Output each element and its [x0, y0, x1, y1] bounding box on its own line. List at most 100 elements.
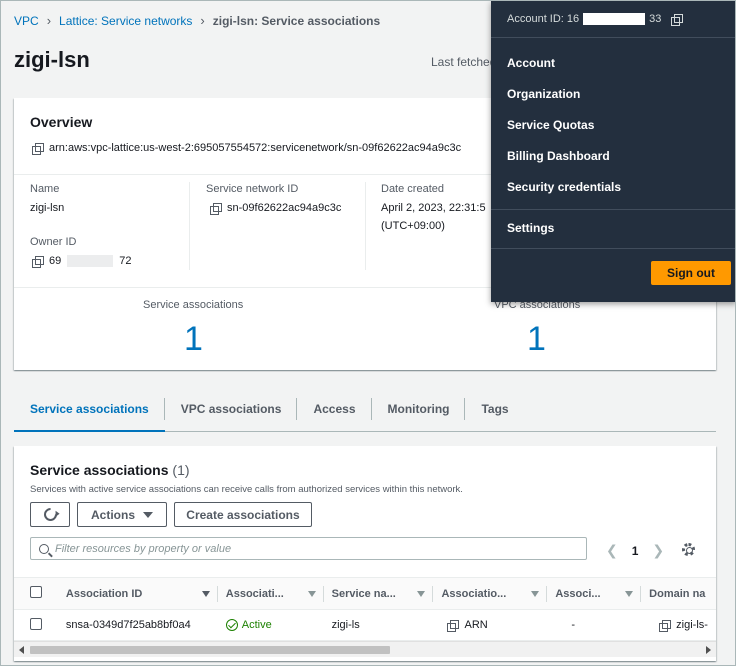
breadcrumb: VPC › Lattice: Service networks › zigi-l… [14, 13, 380, 28]
gear-icon[interactable] [682, 543, 695, 556]
scrollbar-thumb[interactable] [30, 646, 390, 654]
chevron-right-icon[interactable]: ❯ [652, 542, 664, 559]
page-number[interactable]: 1 [632, 544, 639, 558]
copy-icon[interactable] [210, 202, 222, 215]
horizontal-scrollbar[interactable] [14, 641, 716, 657]
association-type-cell: ARN [433, 609, 548, 641]
console-window: VPC › Lattice: Service networks › zigi-l… [0, 0, 736, 666]
stat-service-associations-value[interactable]: 1 [184, 320, 203, 359]
caret-down-icon [143, 511, 153, 518]
service-associations-card: Service associations (1) Services with a… [14, 446, 716, 661]
divider [365, 182, 366, 270]
menu-item-organization[interactable]: Organization [507, 87, 580, 101]
actions-button[interactable]: Actions [77, 502, 167, 527]
refresh-icon [40, 505, 60, 524]
tab-access[interactable]: Access [297, 394, 372, 424]
overview-heading: Overview [30, 114, 93, 130]
copy-icon[interactable] [447, 619, 460, 632]
tab-label: Monitoring [387, 402, 450, 416]
menu-divider [491, 248, 735, 249]
redacted-block [67, 255, 114, 267]
column-header-association-id[interactable]: Association ID [57, 577, 218, 610]
menu-item-security-credentials[interactable]: Security credentials [507, 180, 621, 194]
name-label: Name [30, 183, 60, 195]
menu-item-settings[interactable]: Settings [507, 221, 554, 235]
tab-bar: Service associations VPC associations Ac… [14, 394, 716, 432]
owner-id-value: 69 72 [32, 255, 132, 268]
create-associations-label: Create associations [186, 507, 300, 522]
active-tab-indicator [14, 430, 165, 432]
scroll-right-icon[interactable] [706, 646, 711, 654]
column-header-service-name[interactable]: Service na... [323, 577, 434, 610]
column-header-association-status[interactable]: Associati... [217, 577, 324, 610]
success-check-icon [225, 619, 238, 631]
name-text: zigi-lsn [30, 202, 65, 214]
column-label: Domain na [649, 587, 706, 600]
breadcrumb-service-networks[interactable]: Lattice: Service networks [59, 14, 192, 28]
chevron-left-icon[interactable]: ❮ [606, 542, 618, 559]
create-associations-button[interactable]: Create associations [174, 502, 312, 527]
copy-icon[interactable] [671, 13, 684, 26]
association-count: (1) [172, 462, 190, 478]
copy-icon[interactable] [32, 255, 44, 268]
account-id-prefix: Account ID: 16 [507, 13, 580, 25]
arn-value: arn:aws:vpc-lattice:us-west-2:6950575545… [49, 142, 462, 154]
table-row[interactable]: snsa-0349d7f25ab8bf0a4 Active zigi-ls AR… [14, 609, 716, 641]
tab-vpc-associations[interactable]: VPC associations [165, 394, 298, 424]
refresh-button[interactable] [30, 502, 70, 527]
actions-label: Actions [90, 507, 135, 522]
service-associations-table: Association ID Associati... Service na..… [14, 577, 716, 641]
association-other-cell: - [547, 609, 642, 641]
select-all-checkbox[interactable] [30, 586, 42, 598]
tab-label: VPC associations [180, 402, 282, 416]
row-select-cell [14, 609, 58, 641]
copy-icon[interactable] [659, 619, 672, 632]
menu-item-service-quotas[interactable]: Service Quotas [507, 118, 594, 132]
column-header-association-other[interactable]: Associ... [547, 577, 642, 610]
menu-item-billing-dashboard[interactable]: Billing Dashboard [507, 149, 610, 163]
association-status-cell: Active [217, 609, 324, 641]
row-checkbox[interactable] [30, 617, 42, 630]
association-type-text: ARN [464, 619, 488, 631]
tab-service-associations[interactable]: Service associations [14, 394, 165, 432]
column-label: Service na... [331, 587, 396, 600]
column-header-domain-name[interactable]: Domain na [641, 577, 716, 610]
copy-icon[interactable] [32, 142, 44, 155]
column-label: Associati... [225, 587, 284, 600]
tab-label: Tags [481, 402, 509, 416]
column-label: Association ID [65, 587, 143, 600]
sort-down-icon [201, 590, 210, 597]
pagination: ❮ 1 ❯ [606, 542, 664, 559]
tab-tags[interactable]: Tags [465, 394, 524, 424]
arn-row: arn:aws:vpc-lattice:us-west-2:6950575545… [32, 142, 462, 155]
date-created-tz: (UTC+09:00) [381, 220, 445, 232]
owner-id-suffix: 72 [119, 255, 132, 267]
tab-label: Service associations [30, 402, 149, 416]
tab-monitoring[interactable]: Monitoring [372, 394, 466, 424]
menu-item-account[interactable]: Account [507, 56, 555, 70]
breadcrumb-vpc[interactable]: VPC [14, 14, 39, 28]
date-created-value: April 2, 2023, 22:31:5 [381, 202, 486, 214]
service-associations-description: Services with active service association… [30, 484, 463, 495]
account-id-suffix: 33 [649, 13, 662, 25]
association-id-cell: snsa-0349d7f25ab8bf0a4 [57, 609, 218, 641]
sort-down-icon [531, 590, 540, 597]
scroll-left-icon[interactable] [19, 646, 24, 654]
menu-divider [491, 209, 735, 210]
filter-input[interactable] [55, 542, 555, 555]
table-header-row: Association ID Associati... Service na..… [14, 577, 716, 610]
last-fetched-text: Last fetched [431, 55, 497, 69]
owner-id-label: Owner ID [30, 236, 77, 248]
sort-down-icon [417, 590, 426, 597]
page-title: zigi-lsn [14, 47, 90, 72]
service-associations-heading: Service associations (1) [30, 462, 190, 478]
stat-service-associations-label: Service associations [143, 299, 244, 311]
sign-out-button[interactable]: Sign out [651, 261, 731, 285]
status-text: Active [241, 619, 272, 631]
column-header-association-type[interactable]: Associatio... [433, 577, 548, 610]
stat-vpc-associations-value[interactable]: 1 [527, 320, 546, 359]
heading-text: Service associations [30, 462, 169, 478]
search-icon [39, 543, 49, 554]
redacted-block [583, 13, 646, 25]
tab-label: Access [313, 402, 356, 416]
